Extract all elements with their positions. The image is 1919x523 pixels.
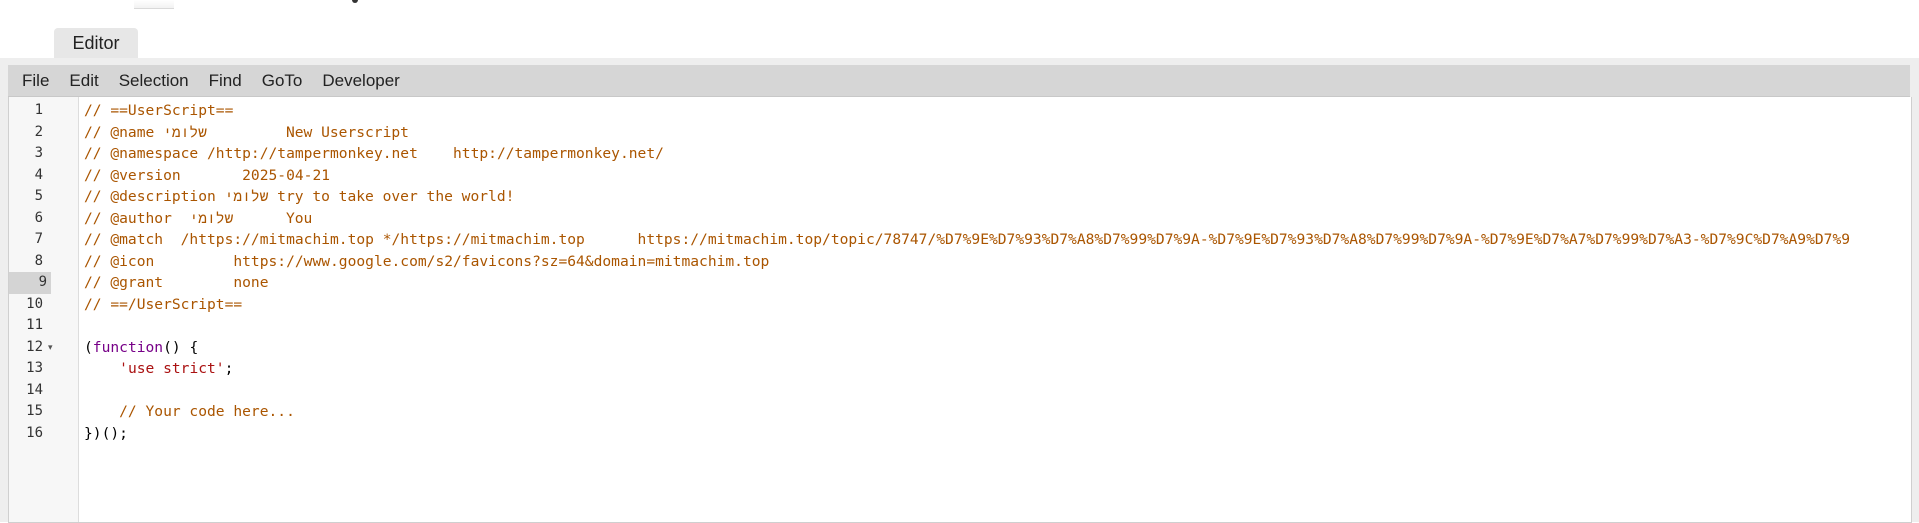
code-token: function	[92, 338, 164, 356]
code-token: // @grant none	[84, 274, 269, 291]
code-line[interactable]: // @description שלומי try to take over t…	[84, 186, 514, 208]
line-number: 14	[26, 381, 43, 398]
line-number: 5	[34, 188, 43, 204]
code-token: // @icon https://www.google.com/s2/favic…	[84, 252, 770, 270]
line-number: 12	[26, 338, 43, 355]
line-number-gutter: 1 2 3 4 5 6 7 8 9 10 11 12 ▾ 13 14 15 16	[9, 97, 79, 522]
code-token: })();	[84, 424, 128, 442]
code-token: ;	[224, 360, 234, 377]
line-number: 9	[9, 272, 51, 294]
code-token: () {	[163, 338, 199, 356]
code-line[interactable]: // @icon https://www.google.com/s2/favic…	[84, 251, 769, 273]
code-line[interactable]: (function() {	[84, 337, 198, 359]
menu-edit[interactable]: Edit	[59, 65, 108, 96]
code-token: // @version 2025-04-21	[84, 166, 331, 184]
line-number: 10	[26, 295, 43, 312]
line-number: 1	[34, 102, 43, 118]
top-strip: Editor	[0, 0, 1919, 58]
code-line[interactable]: // @namespace /http://tampermonkey.net h…	[84, 143, 664, 165]
code-line[interactable]: // Your code here...	[84, 401, 295, 423]
tab-editor[interactable]: Editor	[54, 28, 138, 58]
cropped-header-mark	[352, 0, 358, 3]
code-line[interactable]: // @name שלומי New Userscript	[84, 122, 409, 144]
menu-developer[interactable]: Developer	[312, 65, 410, 96]
code-token: // ==UserScript==	[84, 102, 234, 119]
line-number: 13	[26, 360, 43, 376]
code-token: // @description שלומי try to take over t…	[84, 188, 515, 205]
code-editor[interactable]: 1 2 3 4 5 6 7 8 9 10 11 12 ▾ 13 14 15 16 // ==UserScript…	[8, 97, 1912, 523]
code-line[interactable]: // @grant none	[84, 272, 269, 294]
tab-editor-label: Editor	[72, 32, 120, 53]
code-token: // @author שלומי You	[84, 209, 313, 227]
code-token: // Your code here...	[84, 403, 295, 420]
line-number: 2	[34, 123, 43, 140]
line-number: 7	[34, 231, 43, 247]
fold-triangle-icon[interactable]: ▾	[48, 337, 53, 359]
code-line[interactable]: })();	[84, 423, 128, 445]
line-number: 3	[34, 145, 43, 161]
menu-file[interactable]: File	[8, 65, 59, 96]
line-number: 15	[26, 403, 43, 419]
code-token: // @name שלומי New Userscript	[84, 123, 409, 141]
code-line[interactable]: // @author שלומי You	[84, 208, 312, 230]
line-number: 11	[26, 317, 43, 333]
cropped-header-element	[134, 0, 174, 9]
menu-find[interactable]: Find	[199, 65, 252, 96]
menu-bar: File Edit Selection Find GoTo Developer	[8, 65, 1910, 97]
code-token: (	[84, 338, 93, 356]
code-line[interactable]: // ==UserScript==	[84, 100, 233, 122]
menu-selection[interactable]: Selection	[109, 65, 199, 96]
line-number: 6	[34, 209, 43, 226]
line-number: 16	[26, 424, 43, 441]
code-token: // @namespace /http://tampermonkey.net h…	[84, 145, 664, 162]
menu-goto[interactable]: GoTo	[252, 65, 313, 96]
code-line[interactable]: // @match /https://mitmachim.top */https…	[84, 229, 1850, 251]
code-line[interactable]: 'use strict';	[84, 358, 233, 380]
code-line[interactable]: // @version 2025-04-21	[84, 165, 330, 187]
code-line[interactable]: // ==/UserScript==	[84, 294, 242, 316]
code-token: 'use strict'	[119, 360, 225, 377]
line-number: 4	[34, 166, 43, 183]
code-token: // @match /https://mitmachim.top */https…	[84, 231, 1851, 248]
line-number: 8	[34, 252, 43, 269]
editor-frame: File Edit Selection Find GoTo Developer …	[0, 58, 1919, 523]
code-token: // ==/UserScript==	[84, 295, 243, 313]
